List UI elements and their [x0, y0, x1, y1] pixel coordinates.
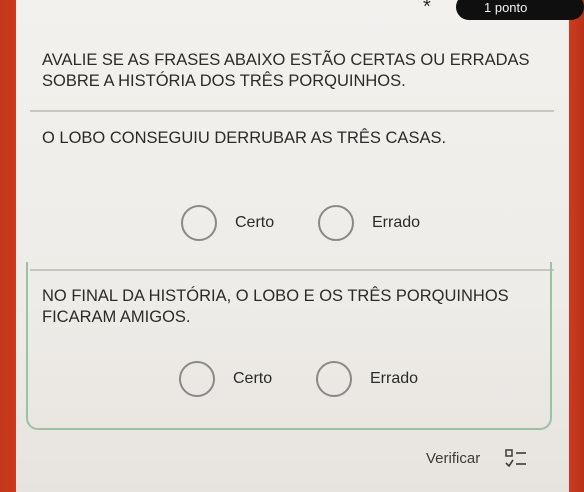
instruction-text: AVALIE SE AS FRASES ABAIXO ESTÃO CERTAS …: [42, 51, 530, 90]
points-label: 1 ponto: [484, 0, 528, 15]
check-list-icon[interactable]: [504, 446, 528, 472]
question-1-option-certo[interactable]: Certo: [181, 205, 274, 241]
option-label: Errado: [372, 214, 421, 231]
question-1-text: O LOBO CONSEGUIU DERRUBAR AS TRÊS CASAS.: [42, 129, 447, 147]
form-page: * 1 ponto AVALIE SE AS FRASES ABAIXO EST…: [16, 0, 584, 492]
option-label: Certo: [235, 214, 275, 231]
section-divider: [30, 110, 554, 112]
points-badge: 1 ponto: [456, 0, 584, 20]
required-marker: *: [423, 0, 431, 18]
question-card-border: [26, 262, 552, 430]
question-1-option-errado[interactable]: Errado: [318, 205, 420, 241]
radio-circle-icon[interactable]: [181, 205, 217, 241]
radio-circle-icon[interactable]: [318, 205, 354, 241]
question-header: * 1 ponto: [16, 0, 584, 26]
verify-button[interactable]: Verificar: [426, 450, 480, 467]
